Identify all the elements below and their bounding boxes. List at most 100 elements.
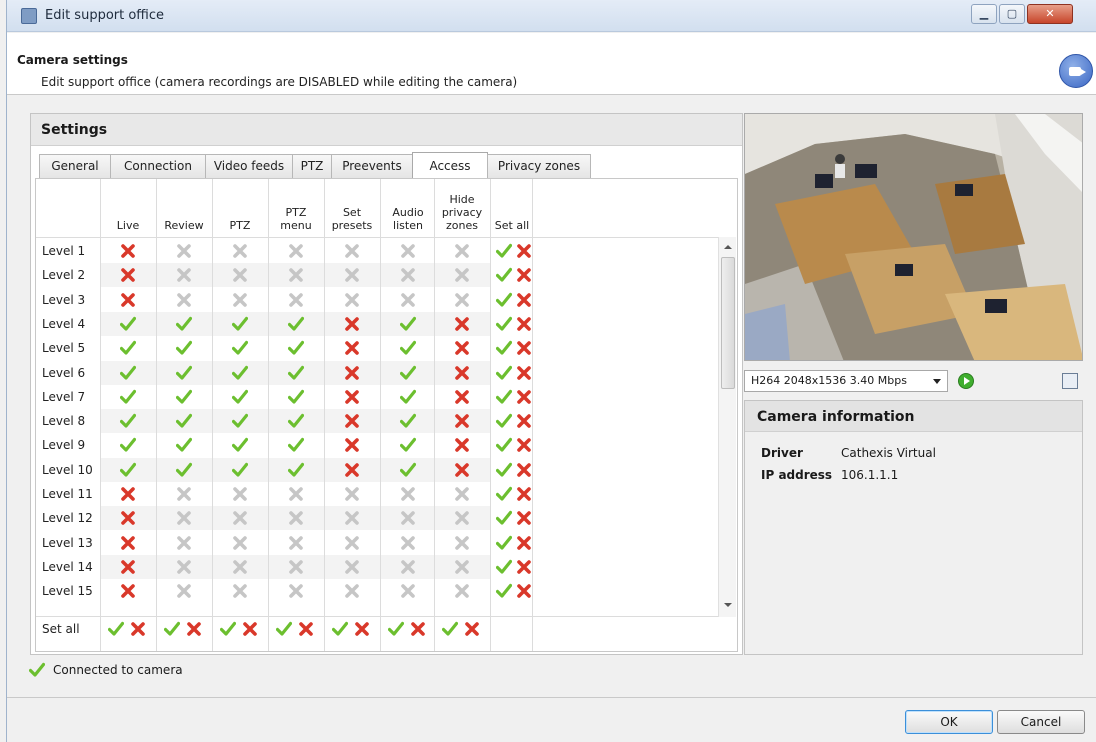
cross-disabled-icon[interactable] <box>232 292 248 308</box>
set-all-allow-icon[interactable] <box>496 583 512 599</box>
check-icon[interactable] <box>176 437 192 453</box>
set-column-allow-icon[interactable] <box>276 621 292 637</box>
set-all-deny-icon[interactable] <box>516 340 532 356</box>
video-feed-select[interactable]: H264 2048x1536 3.40 Mbps <box>744 370 948 392</box>
cross-disabled-icon[interactable] <box>400 535 416 551</box>
cross-disabled-icon[interactable] <box>176 535 192 551</box>
cross-disabled-icon[interactable] <box>232 486 248 502</box>
set-all-deny-icon[interactable] <box>516 462 532 478</box>
cross-icon[interactable] <box>120 583 136 599</box>
cross-disabled-icon[interactable] <box>400 292 416 308</box>
maximize-button[interactable]: ▢ <box>999 4 1025 24</box>
set-column-allow-icon[interactable] <box>220 621 236 637</box>
cross-disabled-icon[interactable] <box>288 559 304 575</box>
cross-icon[interactable] <box>344 437 360 453</box>
cross-disabled-icon[interactable] <box>288 486 304 502</box>
tab-video-feeds[interactable]: Video feeds <box>205 154 293 178</box>
cross-icon[interactable] <box>120 535 136 551</box>
check-icon[interactable] <box>288 365 304 381</box>
cross-icon[interactable] <box>120 559 136 575</box>
check-icon[interactable] <box>120 316 136 332</box>
set-column-deny-icon[interactable] <box>186 621 202 637</box>
cross-icon[interactable] <box>344 462 360 478</box>
cross-disabled-icon[interactable] <box>344 267 360 283</box>
set-all-deny-icon[interactable] <box>516 559 532 575</box>
check-icon[interactable] <box>120 340 136 356</box>
check-icon[interactable] <box>120 389 136 405</box>
set-all-deny-icon[interactable] <box>516 365 532 381</box>
cross-disabled-icon[interactable] <box>454 535 470 551</box>
set-column-deny-icon[interactable] <box>298 621 314 637</box>
set-column-deny-icon[interactable] <box>130 621 146 637</box>
set-all-allow-icon[interactable] <box>496 437 512 453</box>
set-all-allow-icon[interactable] <box>496 510 512 526</box>
cross-disabled-icon[interactable] <box>288 510 304 526</box>
cross-disabled-icon[interactable] <box>454 583 470 599</box>
cross-disabled-icon[interactable] <box>454 292 470 308</box>
cross-icon[interactable] <box>454 365 470 381</box>
cross-disabled-icon[interactable] <box>176 583 192 599</box>
cancel-button[interactable]: Cancel <box>997 710 1085 734</box>
cross-icon[interactable] <box>120 267 136 283</box>
set-column-allow-icon[interactable] <box>164 621 180 637</box>
cross-disabled-icon[interactable] <box>288 583 304 599</box>
cross-disabled-icon[interactable] <box>232 535 248 551</box>
cross-icon[interactable] <box>454 462 470 478</box>
set-column-allow-icon[interactable] <box>108 621 124 637</box>
check-icon[interactable] <box>288 340 304 356</box>
set-all-deny-icon[interactable] <box>516 510 532 526</box>
set-all-allow-icon[interactable] <box>496 462 512 478</box>
check-icon[interactable] <box>400 316 416 332</box>
cross-disabled-icon[interactable] <box>454 510 470 526</box>
close-button[interactable]: ✕ <box>1027 4 1073 24</box>
cross-icon[interactable] <box>120 486 136 502</box>
cross-disabled-icon[interactable] <box>344 559 360 575</box>
cross-disabled-icon[interactable] <box>400 267 416 283</box>
cross-disabled-icon[interactable] <box>232 510 248 526</box>
check-icon[interactable] <box>176 462 192 478</box>
set-all-allow-icon[interactable] <box>496 389 512 405</box>
ok-button[interactable]: OK <box>905 710 993 734</box>
cross-disabled-icon[interactable] <box>232 583 248 599</box>
check-icon[interactable] <box>176 413 192 429</box>
set-all-deny-icon[interactable] <box>516 486 532 502</box>
cross-disabled-icon[interactable] <box>400 559 416 575</box>
cross-disabled-icon[interactable] <box>232 243 248 259</box>
cross-disabled-icon[interactable] <box>176 243 192 259</box>
set-column-deny-icon[interactable] <box>242 621 258 637</box>
cross-disabled-icon[interactable] <box>176 267 192 283</box>
check-icon[interactable] <box>120 437 136 453</box>
cross-disabled-icon[interactable] <box>454 559 470 575</box>
set-all-allow-icon[interactable] <box>496 486 512 502</box>
minimize-button[interactable]: ▁ <box>971 4 997 24</box>
set-all-allow-icon[interactable] <box>496 292 512 308</box>
set-all-allow-icon[interactable] <box>496 340 512 356</box>
cross-disabled-icon[interactable] <box>344 243 360 259</box>
cross-disabled-icon[interactable] <box>454 267 470 283</box>
fullscreen-icon[interactable] <box>1062 373 1078 389</box>
cross-disabled-icon[interactable] <box>288 267 304 283</box>
check-icon[interactable] <box>232 389 248 405</box>
check-icon[interactable] <box>288 462 304 478</box>
check-icon[interactable] <box>288 413 304 429</box>
set-all-deny-icon[interactable] <box>516 292 532 308</box>
cross-icon[interactable] <box>344 340 360 356</box>
set-all-deny-icon[interactable] <box>516 583 532 599</box>
cross-icon[interactable] <box>454 389 470 405</box>
check-icon[interactable] <box>176 389 192 405</box>
tab-privacy-zones[interactable]: Privacy zones <box>487 154 591 178</box>
set-all-deny-icon[interactable] <box>516 316 532 332</box>
cross-disabled-icon[interactable] <box>288 292 304 308</box>
set-column-deny-icon[interactable] <box>410 621 426 637</box>
check-icon[interactable] <box>176 365 192 381</box>
cross-disabled-icon[interactable] <box>176 559 192 575</box>
set-all-deny-icon[interactable] <box>516 413 532 429</box>
cross-disabled-icon[interactable] <box>400 243 416 259</box>
set-column-allow-icon[interactable] <box>388 621 404 637</box>
check-icon[interactable] <box>232 462 248 478</box>
set-all-allow-icon[interactable] <box>496 267 512 283</box>
check-icon[interactable] <box>232 340 248 356</box>
check-icon[interactable] <box>120 462 136 478</box>
check-icon[interactable] <box>232 365 248 381</box>
set-all-allow-icon[interactable] <box>496 365 512 381</box>
